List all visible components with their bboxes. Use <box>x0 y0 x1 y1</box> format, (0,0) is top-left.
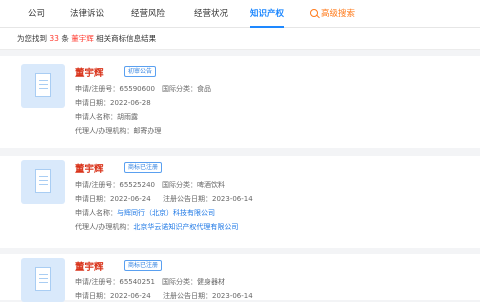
tab-company[interactable]: 公司 <box>28 0 45 28</box>
agent-row: 代理人/办理机构：邮寄办理 <box>75 127 162 135</box>
applicant-row: 申请人名称：与辉同行（北京）科技有限公司 <box>75 209 215 217</box>
applicant-row: 申请人名称：胡雨露 <box>75 113 138 121</box>
trademark-logo <box>21 160 65 204</box>
tab-operation[interactable]: 经营状况 <box>194 0 228 28</box>
status-badge: 初审公告 <box>124 66 157 77</box>
applicant-link[interactable]: 与辉同行（北京）科技有限公司 <box>117 209 215 217</box>
reg-no-row: 申请/注册号：65540251 <box>75 278 155 286</box>
date-row: 申请日期：2022-06-28 <box>75 99 151 107</box>
result-summary: 为您找到 33 条 董宇辉 相关商标信息结果 <box>0 28 480 50</box>
trademark-card[interactable]: 董宇辉 初审公告 申请/注册号：65590600 国际分类：食品 申请日期：20… <box>0 56 480 148</box>
summary-suffix: 相关商标信息结果 <box>96 34 157 43</box>
trademark-logo <box>21 64 65 108</box>
tab-legal[interactable]: 法律诉讼 <box>70 0 104 28</box>
summary-prefix: 为您找到 <box>17 34 47 43</box>
search-keyword: 董宇辉 <box>71 34 94 43</box>
tab-ip[interactable]: 知识产权 <box>250 0 285 28</box>
trademark-name[interactable]: 董宇辉 <box>75 65 104 79</box>
status-badge: 商标已注册 <box>124 260 163 271</box>
search-icon <box>310 9 318 17</box>
agent-row: 代理人/办理机构：北京华云诺知识产权代理有限公司 <box>75 223 239 231</box>
trademark-card[interactable]: 董宇辉 商标已注册 申请/注册号：65540251 国际分类：健身器材 申请日期… <box>0 254 480 302</box>
class-row: 国际分类：食品 <box>162 85 211 93</box>
divider <box>0 148 480 156</box>
tab-risk[interactable]: 经营风险 <box>131 0 165 28</box>
result-count: 33 <box>49 34 59 43</box>
reg-no-row: 申请/注册号：65525240 <box>75 181 155 189</box>
trademark-logo <box>21 258 65 302</box>
advanced-search-button[interactable]: 高级搜索 <box>310 0 355 28</box>
agent-link[interactable]: 北京华云诺知识产权代理有限公司 <box>133 223 238 231</box>
top-nav: 公司 法律诉讼 经营风险 经营状况 知识产权 高级搜索 <box>0 0 480 28</box>
trademark-name[interactable]: 董宇辉 <box>75 259 104 273</box>
pub-date-row: 注册公告日期：2023-06-14 <box>163 195 253 203</box>
reg-no-row: 申请/注册号：65590600 <box>75 85 155 93</box>
class-row: 国际分类：健身器材 <box>162 278 225 286</box>
summary-unit: 条 <box>61 34 69 43</box>
advanced-search-label: 高级搜索 <box>321 9 356 19</box>
trademark-card[interactable]: 董宇辉 商标已注册 申请/注册号：65525240 国际分类：啤酒饮料 申请日期… <box>0 156 480 248</box>
date-row: 申请日期：2022-06-24 <box>75 195 151 203</box>
class-row: 国际分类：啤酒饮料 <box>162 181 225 189</box>
trademark-name[interactable]: 董宇辉 <box>75 161 104 175</box>
status-badge: 商标已注册 <box>124 162 163 173</box>
